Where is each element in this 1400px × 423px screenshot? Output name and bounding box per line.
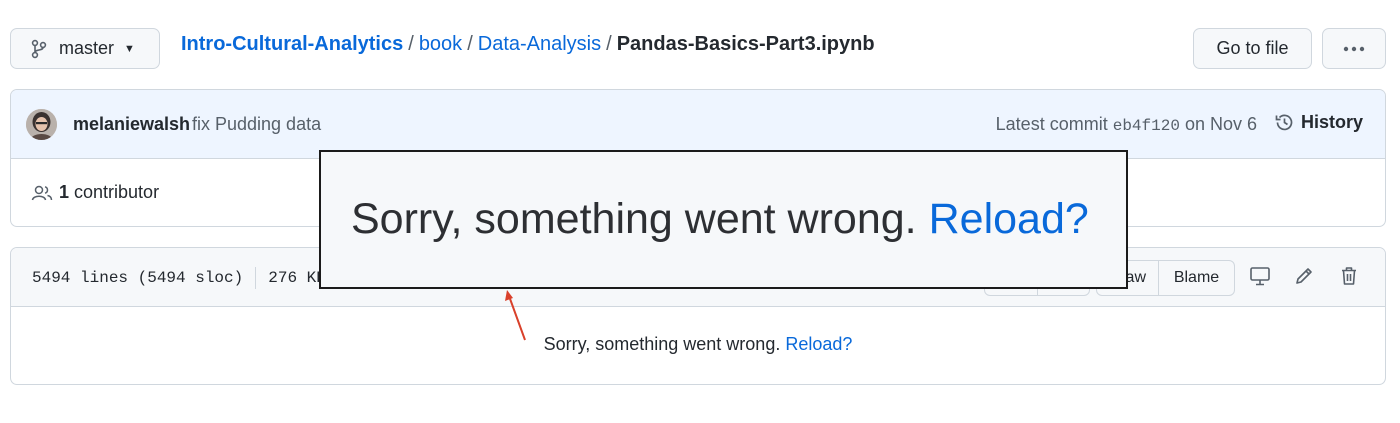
branch-name: master	[59, 38, 115, 58]
breadcrumb-separator: /	[408, 33, 414, 55]
breadcrumb-separator: /	[467, 33, 473, 55]
file-error-message: Sorry, something went wrong. Reload?	[11, 334, 1385, 355]
callout-error-text: Sorry, something went wrong.	[351, 195, 917, 243]
latest-commit-info: Latest commit eb4f120 on Nov 6	[996, 114, 1257, 135]
file-size: 276 KB	[268, 269, 326, 288]
avatar[interactable]	[26, 109, 57, 140]
people-icon	[31, 185, 53, 200]
breadcrumb-repo-link[interactable]: Intro-Cultural-Analytics	[181, 33, 403, 55]
reload-link[interactable]: Reload?	[785, 334, 852, 354]
history-link[interactable]: History	[1274, 112, 1363, 133]
git-branch-icon	[31, 39, 47, 58]
history-icon	[1275, 114, 1293, 131]
blame-button[interactable]: Blame	[1159, 261, 1234, 295]
divider	[255, 267, 257, 289]
breadcrumb-current-file: Pandas-Basics-Part3.ipynb	[616, 33, 875, 55]
more-options-button[interactable]	[1322, 28, 1386, 69]
contributors-link[interactable]: 1 contributor	[31, 182, 159, 203]
breadcrumb: Intro-Cultural-Analytics / book / Data-Analy…	[181, 32, 875, 56]
breadcrumb-book-link[interactable]: book	[419, 33, 462, 55]
pencil-icon[interactable]	[1293, 265, 1315, 292]
trash-icon[interactable]	[1338, 265, 1360, 292]
commit-message-link[interactable]: fix Pudding data	[192, 114, 321, 135]
github-file-view: master ▼ Intro-Cultural-Analytics / book / D…	[0, 0, 1400, 423]
contributor-count: 1	[59, 182, 70, 202]
latest-commit-label: Latest commit	[995, 114, 1108, 134]
breadcrumb-data-analysis-link[interactable]: Data-Analysis	[478, 33, 601, 55]
desktop-icon[interactable]	[1249, 265, 1271, 292]
commit-author-link[interactable]: melaniewalsh	[73, 114, 190, 135]
history-label: History	[1300, 112, 1363, 132]
kebab-horizontal-icon	[1343, 46, 1365, 51]
zoomed-error-callout: Sorry, something went wrong. Reload?	[319, 150, 1128, 289]
latest-commit-bar: melaniewalsh fix Pudding data Latest com…	[11, 90, 1385, 159]
file-info: 5494 lines (5494 sloc) 276 KB	[32, 267, 326, 289]
branch-selector-button[interactable]: master ▼	[10, 28, 160, 69]
file-line-count: 5494 lines (5494 sloc)	[32, 269, 244, 288]
caret-down-icon: ▼	[124, 42, 135, 55]
commit-date: on Nov 6	[1184, 114, 1257, 134]
callout-reload-link[interactable]: Reload?	[929, 195, 1089, 244]
annotation-arrow-icon	[505, 290, 526, 341]
breadcrumb-separator: /	[606, 33, 612, 55]
commit-sha-link[interactable]: eb4f120	[1113, 117, 1180, 135]
contributor-label: contributor	[74, 182, 160, 202]
error-text: Sorry, something went wrong.	[543, 334, 781, 354]
go-to-file-button[interactable]: Go to file	[1193, 28, 1312, 69]
